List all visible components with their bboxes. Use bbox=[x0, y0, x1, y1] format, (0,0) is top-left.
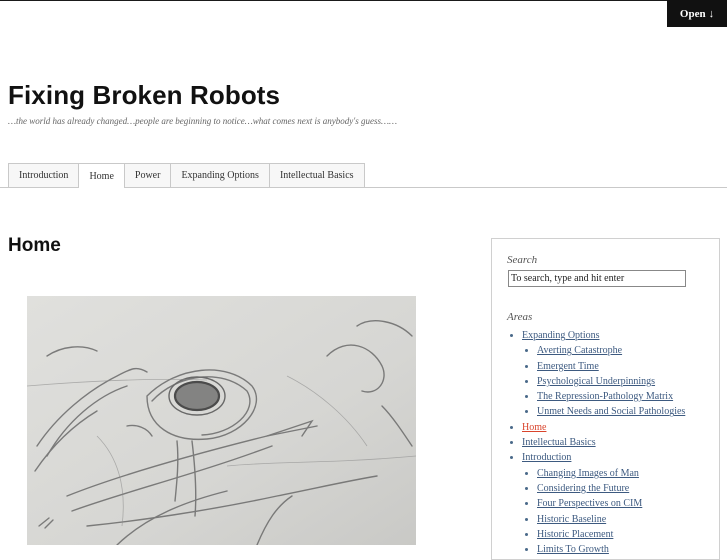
page-title: Home bbox=[8, 235, 61, 256]
main-nav: Introduction Home Power Expanding Option… bbox=[8, 163, 365, 188]
featured-image bbox=[27, 296, 416, 545]
tab-power[interactable]: Power bbox=[124, 163, 172, 188]
list-item: The Repression-Pathology Matrix bbox=[537, 389, 685, 404]
area-link-four-perspectives[interactable]: Four Perspectives on CIM bbox=[537, 498, 642, 509]
area-link-intellectual-basics[interactable]: Intellectual Basics bbox=[522, 437, 596, 448]
pencil-sketch-drawing bbox=[27, 296, 416, 545]
site-tagline: …the world has already changed…people ar… bbox=[8, 116, 397, 126]
areas-widget-title: Areas bbox=[507, 311, 533, 323]
list-item: Considering the Future bbox=[537, 481, 685, 496]
search-input[interactable] bbox=[508, 270, 686, 287]
list-item: Intellectual Basics bbox=[522, 435, 685, 450]
area-link-historic-placement[interactable]: Historic Placement bbox=[537, 529, 613, 540]
down-arrow-icon: ↓ bbox=[708, 7, 715, 20]
area-link-emergent-time[interactable]: Emergent Time bbox=[537, 361, 599, 372]
list-item: Changing Images of Man bbox=[537, 466, 685, 481]
area-link-home[interactable]: Home bbox=[522, 422, 546, 433]
area-link-limits-to-growth[interactable]: Limits To Growth bbox=[537, 544, 609, 555]
area-link-changing-images[interactable]: Changing Images of Man bbox=[537, 468, 639, 479]
list-item: Emergent Time bbox=[537, 359, 685, 374]
site-title[interactable]: Fixing Broken Robots bbox=[8, 80, 280, 111]
list-item: Historic Placement bbox=[537, 527, 685, 542]
areas-list: Expanding Options Averting Catastrophe E… bbox=[508, 328, 685, 557]
list-item: Historic Baseline bbox=[537, 512, 685, 527]
area-link-expanding-options[interactable]: Expanding Options bbox=[522, 330, 600, 341]
list-item: Introduction Changing Images of Man Cons… bbox=[522, 450, 685, 557]
tab-expanding-options[interactable]: Expanding Options bbox=[171, 163, 270, 188]
list-item: Unmet Needs and Social Pathologies bbox=[537, 404, 685, 419]
area-link-averting-catastrophe[interactable]: Averting Catastrophe bbox=[537, 345, 622, 356]
list-item: Expanding Options Averting Catastrophe E… bbox=[522, 328, 685, 420]
list-item: Psychological Underpinnings bbox=[537, 374, 685, 389]
tab-home[interactable]: Home bbox=[79, 163, 125, 188]
sidebar: Search Areas Expanding Options Averting … bbox=[491, 238, 720, 560]
list-item: Four Perspectives on CIM bbox=[537, 496, 685, 511]
list-item: Home bbox=[522, 420, 685, 435]
list-item: Averting Catastrophe bbox=[537, 343, 685, 358]
area-link-psychological-underpinnings[interactable]: Psychological Underpinnings bbox=[537, 376, 655, 387]
area-link-unmet-needs[interactable]: Unmet Needs and Social Pathologies bbox=[537, 406, 685, 417]
list-item: Limits To Growth bbox=[537, 542, 685, 557]
open-button[interactable]: Open ↓ bbox=[667, 0, 727, 27]
tab-intellectual-basics[interactable]: Intellectual Basics bbox=[269, 163, 365, 188]
top-rule bbox=[0, 0, 727, 1]
area-link-considering-future[interactable]: Considering the Future bbox=[537, 483, 629, 494]
search-widget-title: Search bbox=[507, 254, 538, 266]
area-link-introduction[interactable]: Introduction bbox=[522, 452, 571, 463]
area-link-repression-pathology-matrix[interactable]: The Repression-Pathology Matrix bbox=[537, 391, 673, 402]
tab-introduction[interactable]: Introduction bbox=[8, 163, 80, 188]
area-link-historic-baseline[interactable]: Historic Baseline bbox=[537, 514, 606, 525]
open-label: Open bbox=[679, 7, 706, 20]
